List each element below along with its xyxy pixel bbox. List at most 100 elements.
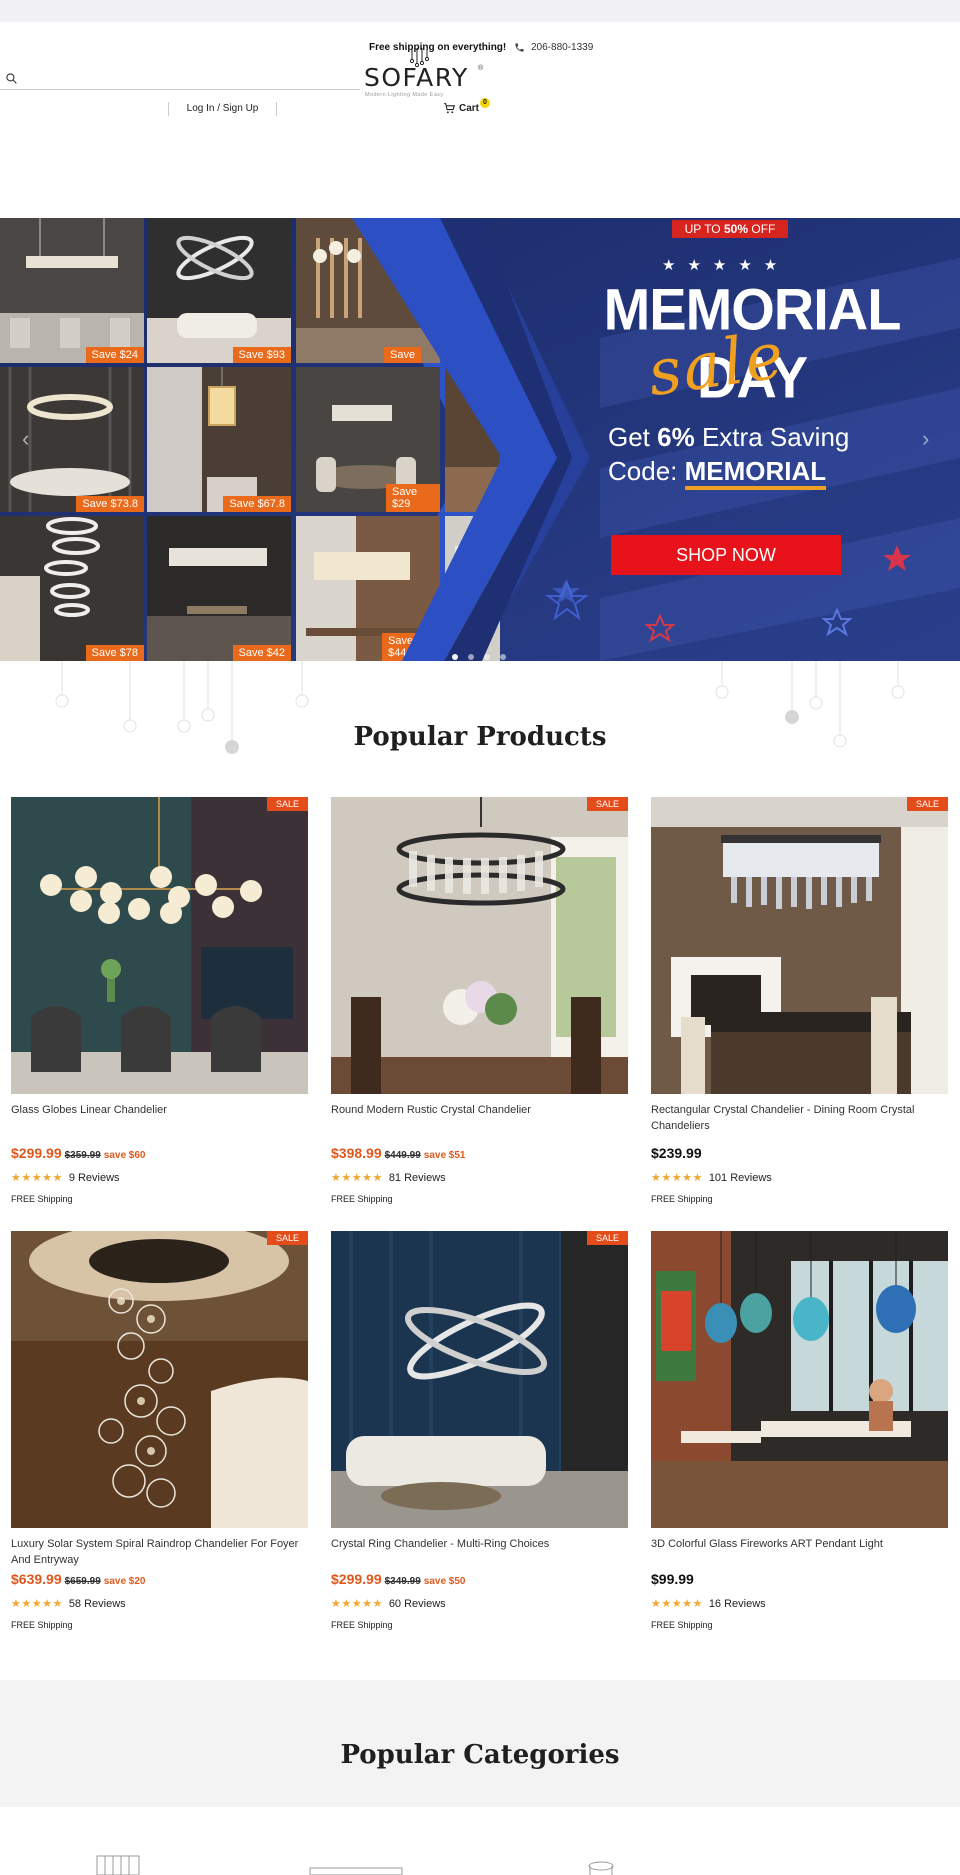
shipping-note: FREE Shipping <box>651 1620 713 1630</box>
star-decoration-icon: ★★★★★ <box>662 257 790 274</box>
search-input[interactable] <box>22 70 342 88</box>
tile-image <box>147 218 291 363</box>
product-name[interactable]: Round Modern Rustic Crystal Chandelier <box>331 1102 628 1134</box>
review-count[interactable]: 60 Reviews <box>389 1598 446 1610</box>
product-card[interactable]: SALE Glass Globes Linear Chandelier $299… <box>11 797 308 1204</box>
shipping-note: FREE Shipping <box>331 1194 393 1204</box>
phone-contact[interactable]: 206-880-1339 <box>514 42 593 53</box>
review-count[interactable]: 101 Reviews <box>709 1172 772 1184</box>
review-count[interactable]: 16 Reviews <box>709 1598 766 1610</box>
sale-badge: SALE <box>586 1231 628 1245</box>
product-image[interactable]: SALE <box>331 1231 628 1528</box>
hero-tile[interactable]: Save $24 <box>0 218 144 363</box>
product-name[interactable]: Glass Globes Linear Chandelier <box>11 1102 308 1134</box>
original-price: $449.99 <box>384 1150 421 1161</box>
product-card[interactable]: SALE Round Modern Rustic Crystal Chandel… <box>331 797 628 1204</box>
product-price: $239.99 <box>651 1145 948 1161</box>
carousel-dot[interactable] <box>484 654 490 660</box>
shipping-note: FREE Shipping <box>651 1194 713 1204</box>
product-image[interactable]: SALE <box>11 1231 308 1528</box>
offer-suffix: Extra Saving <box>701 422 850 452</box>
product-name[interactable]: Rectangular Crystal Chandelier - Dining … <box>651 1102 948 1134</box>
product-card[interactable]: SALE Crystal Ring Chandelier - Multi-Rin… <box>331 1231 628 1630</box>
product-card[interactable]: SALE Luxury Solar System Spiral Raindrop… <box>11 1231 308 1630</box>
offer-prefix: Get <box>608 422 650 452</box>
carousel-next-icon[interactable]: › <box>922 426 929 452</box>
carousel-dots <box>452 654 506 660</box>
category-thumbnails <box>96 1855 614 1875</box>
phone-number: 206-880-1339 <box>531 42 594 53</box>
product-image[interactable]: SALE <box>11 797 308 1094</box>
rating-stars-icon: ★★★★★ <box>11 1598 63 1610</box>
product-image[interactable]: SALE <box>651 797 948 1094</box>
sale-badge: SALE <box>266 1231 308 1245</box>
product-rating: ★★★★★ 81 Reviews <box>331 1171 628 1185</box>
cart-count-badge: 0 <box>480 98 490 108</box>
discount-ribbon: UP TO 50% OFF <box>672 220 788 238</box>
current-price: $99.99 <box>651 1571 694 1587</box>
product-price: $299.99 $359.99 save $60 <box>11 1145 308 1161</box>
login-signup-link[interactable]: Log In / Sign Up <box>168 102 277 116</box>
current-price: $239.99 <box>651 1145 702 1161</box>
ribbon-suffix: OFF <box>751 222 776 236</box>
site-logo[interactable]: SOFARY ® Modern Lighting Made Easy <box>362 48 492 98</box>
sale-badge: SALE <box>266 797 308 811</box>
product-price: $639.99 $659.99 save $20 <box>11 1571 308 1587</box>
product-name[interactable]: 3D Colorful Glass Fireworks ART Pendant … <box>651 1536 948 1568</box>
code-label: Code: <box>608 456 678 486</box>
product-name[interactable]: Crystal Ring Chandelier - Multi-Ring Cho… <box>331 1536 628 1568</box>
product-image[interactable] <box>651 1231 948 1528</box>
savings-text: save $60 <box>103 1150 146 1161</box>
rating-stars-icon: ★★★★★ <box>651 1598 703 1610</box>
product-card[interactable]: SALE Rectangular Crystal Chandelier - Di… <box>651 797 948 1204</box>
carousel-dot[interactable] <box>452 654 458 660</box>
carousel-dot[interactable] <box>500 654 506 660</box>
promo-code: MEMORIAL <box>684 456 827 490</box>
popular-categories-title: Popular Categories <box>340 1740 620 1770</box>
hero-tile[interactable]: Save $78 <box>0 516 144 661</box>
hero-banner[interactable]: Save $24 Save $93 Save Save $73.8 Save $… <box>0 218 960 661</box>
hero-tile[interactable]: Save $93 <box>147 218 291 363</box>
savings-text: save $50 <box>423 1576 466 1587</box>
savings-text: save $51 <box>423 1150 466 1161</box>
shop-now-button[interactable]: SHOP NOW <box>611 535 841 575</box>
product-photo <box>11 1231 308 1528</box>
product-rating: ★★★★★ 58 Reviews <box>11 1597 308 1611</box>
product-name[interactable]: Luxury Solar System Spiral Raindrop Chan… <box>11 1536 308 1568</box>
tile-image <box>0 218 144 363</box>
shipping-note: FREE Shipping <box>11 1620 73 1630</box>
rating-stars-icon: ★★★★★ <box>11 1172 63 1184</box>
product-price: $398.99 $449.99 save $51 <box>331 1145 628 1161</box>
popular-products-title: Popular Products <box>353 722 607 752</box>
review-count[interactable]: 81 Reviews <box>389 1172 446 1184</box>
product-rating: ★★★★★ 60 Reviews <box>331 1597 628 1611</box>
carousel-dot[interactable] <box>468 654 474 660</box>
carousel-prev-icon[interactable]: ‹ <box>22 426 29 452</box>
current-price: $299.99 <box>11 1145 62 1161</box>
cart-icon <box>444 103 456 114</box>
search-icon[interactable] <box>5 72 18 85</box>
tile-image <box>147 516 291 661</box>
tile-image <box>147 367 291 512</box>
tile-save-label: Save $73.8 <box>76 496 144 512</box>
code-line: Code: MEMORIAL <box>608 454 849 490</box>
review-count[interactable]: 9 Reviews <box>69 1172 120 1184</box>
rating-stars-icon: ★★★★★ <box>331 1172 383 1184</box>
hero-tile[interactable]: Save $67.8 <box>147 367 291 512</box>
hero-tile[interactable]: Save $42 <box>147 516 291 661</box>
cart-link[interactable]: Cart 0 <box>443 98 490 115</box>
product-rating: ★★★★★ 101 Reviews <box>651 1171 948 1185</box>
offer-line: Get 6% Extra Saving <box>608 420 849 454</box>
product-image[interactable]: SALE <box>331 797 628 1094</box>
shipping-note: FREE Shipping <box>331 1620 393 1630</box>
review-count[interactable]: 58 Reviews <box>69 1598 126 1610</box>
ribbon-prefix: UP TO <box>684 222 721 236</box>
phone-icon <box>515 43 524 52</box>
rating-stars-icon: ★★★★★ <box>331 1598 383 1610</box>
product-card[interactable]: 3D Colorful Glass Fireworks ART Pendant … <box>651 1231 948 1630</box>
category-thumbnail <box>96 1855 140 1875</box>
tile-image <box>0 516 144 661</box>
current-price: $398.99 <box>331 1145 382 1161</box>
product-photo <box>331 797 628 1094</box>
sale-badge: SALE <box>906 797 948 811</box>
